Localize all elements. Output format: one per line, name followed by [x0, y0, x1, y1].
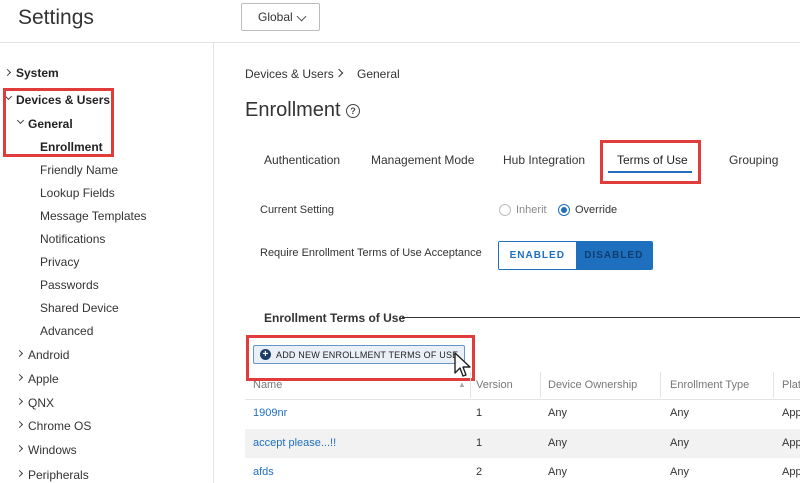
- page-title: Enrollment: [245, 99, 341, 121]
- sidebar-item-system[interactable]: System: [16, 66, 59, 80]
- terms-name-link[interactable]: 1909nr: [253, 407, 287, 419]
- terms-enrollment-type: Any: [670, 407, 689, 419]
- override-radio[interactable]: [558, 204, 570, 216]
- column-header-name[interactable]: Name: [253, 379, 282, 391]
- sidebar-item-android[interactable]: Android: [28, 348, 69, 362]
- highlight-box-tab: [600, 140, 701, 184]
- sidebar-item-friendly-name[interactable]: Friendly Name: [40, 163, 118, 177]
- tab-management-mode[interactable]: Management Mode: [371, 153, 474, 167]
- sidebar-item-lookup-fields[interactable]: Lookup Fields: [40, 186, 115, 200]
- terms-version: 1: [476, 407, 483, 419]
- tab-authentication[interactable]: Authentication: [264, 153, 340, 167]
- sidebar-item-apple[interactable]: Apple: [28, 372, 59, 386]
- sidebar-item-peripherals[interactable]: Peripherals: [28, 468, 89, 482]
- terms-platform: App: [782, 466, 800, 478]
- app-title: Settings: [18, 6, 94, 29]
- sidebar-item-passwords[interactable]: Passwords: [40, 278, 99, 292]
- inherit-label: Inherit: [516, 204, 547, 216]
- disabled-option[interactable]: DISABLED: [575, 242, 652, 269]
- require-acceptance-toggle: ENABLED DISABLED: [498, 241, 653, 270]
- sidebar-item-chrome-os[interactable]: Chrome OS: [28, 419, 91, 433]
- terms-version: 1: [476, 437, 483, 449]
- current-setting-label: Current Setting: [260, 204, 334, 216]
- terms-name-link[interactable]: accept please...!!: [253, 437, 336, 449]
- sidebar-item-qnx[interactable]: QNX: [28, 396, 54, 410]
- sidebar-item-message-templates[interactable]: Message Templates: [40, 209, 147, 223]
- override-label: Override: [575, 204, 618, 216]
- sidebar-item-windows[interactable]: Windows: [28, 443, 77, 457]
- top-bar: Settings Global: [0, 0, 800, 43]
- terms-platform: App: [782, 437, 800, 449]
- breadcrumb-current: General: [357, 67, 400, 81]
- scope-dropdown-value: Global: [258, 10, 293, 24]
- column-divider: [660, 372, 661, 398]
- sidebar-item-advanced[interactable]: Advanced: [40, 324, 93, 338]
- sort-ascending-icon[interactable]: ▲: [458, 380, 466, 389]
- enabled-option[interactable]: ENABLED: [499, 242, 576, 269]
- sidebar-item-notifications[interactable]: Notifications: [40, 232, 105, 246]
- highlight-box-add-button: [246, 335, 475, 381]
- mouse-cursor-icon: [454, 352, 471, 377]
- column-header-device-ownership[interactable]: Device Ownership: [548, 379, 637, 391]
- terms-enrollment-type: Any: [670, 466, 689, 478]
- help-icon[interactable]: ?: [346, 104, 360, 118]
- table-row[interactable]: [245, 458, 800, 483]
- chevron-down-icon: [296, 11, 307, 22]
- terms-ownership: Any: [548, 437, 567, 449]
- terms-ownership: Any: [548, 407, 567, 419]
- tab-grouping[interactable]: Grouping: [729, 153, 778, 167]
- breadcrumb-parent[interactable]: Devices & Users: [245, 67, 334, 81]
- tab-hub-integration[interactable]: Hub Integration: [503, 153, 585, 167]
- require-acceptance-label: Require Enrollment Terms of Use Acceptan…: [260, 247, 482, 259]
- terms-version: 2: [476, 466, 483, 478]
- terms-ownership: Any: [548, 466, 567, 478]
- highlight-box-sidebar: [3, 88, 114, 157]
- section-divider: [402, 317, 800, 318]
- scope-dropdown[interactable]: Global: [241, 3, 320, 31]
- sidebar-item-privacy[interactable]: Privacy: [40, 255, 79, 269]
- column-header-version[interactable]: Version: [476, 379, 513, 391]
- column-divider: [773, 372, 774, 398]
- column-divider: [540, 372, 541, 398]
- terms-name-link[interactable]: afds: [253, 466, 274, 478]
- column-header-enrollment-type[interactable]: Enrollment Type: [670, 379, 749, 391]
- column-header-platform[interactable]: Plat: [782, 379, 800, 391]
- sidebar-item-shared-device[interactable]: Shared Device: [40, 301, 119, 315]
- section-title: Enrollment Terms of Use: [264, 311, 406, 325]
- terms-platform: App: [782, 407, 800, 419]
- table-row[interactable]: [245, 400, 800, 429]
- terms-enrollment-type: Any: [670, 437, 689, 449]
- inherit-radio[interactable]: [499, 204, 511, 216]
